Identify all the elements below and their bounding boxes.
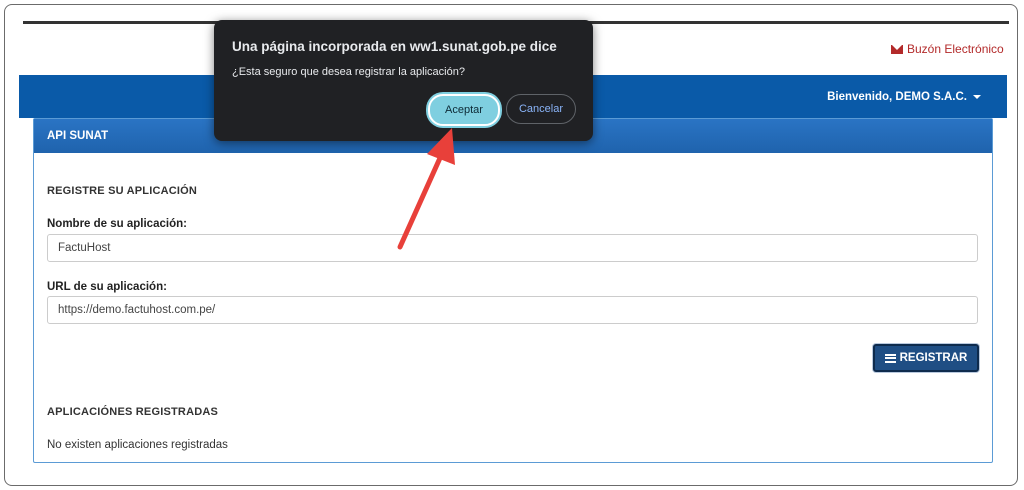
app-url-label: URL de su aplicación:: [47, 281, 167, 293]
buzon-label: Buzón Electrónico: [907, 42, 1004, 56]
buzon-electronico-link[interactable]: Buzón Electrónico: [891, 42, 1004, 56]
user-menu[interactable]: Bienvenido, DEMO S.A.C.: [827, 91, 981, 103]
app-url-input[interactable]: https://demo.factuhost.com.pe/: [47, 296, 978, 324]
app-name-input[interactable]: FactuHost: [47, 234, 978, 262]
welcome-label: Bienvenido, DEMO S.A.C.: [827, 91, 967, 103]
envelope-icon: [891, 44, 903, 54]
register-heading: REGISTRE SU APLICACIÓN: [47, 185, 198, 197]
confirm-dialog: Una página incorporada en ww1.sunat.gob.…: [214, 20, 593, 141]
cancel-button[interactable]: Cancelar: [506, 94, 576, 124]
dialog-title: Una página incorporada en ww1.sunat.gob.…: [232, 39, 557, 54]
registrar-button[interactable]: REGISTRAR: [873, 344, 979, 372]
api-sunat-panel: API SUNAT REGISTRE SU APLICACIÓN Nombre …: [33, 118, 993, 463]
caret-down-icon: [973, 94, 981, 99]
app-name-label: Nombre de su aplicación:: [47, 218, 187, 230]
registered-heading: APLICACIÓNES REGISTRADAS: [47, 406, 219, 418]
empty-message: No existen aplicaciones registradas: [47, 439, 228, 451]
list-icon: [884, 353, 896, 363]
accept-button[interactable]: Aceptar: [428, 94, 500, 126]
registrar-label: REGISTRAR: [899, 352, 968, 364]
dialog-message: ¿Esta seguro que desea registrar la apli…: [232, 66, 465, 78]
